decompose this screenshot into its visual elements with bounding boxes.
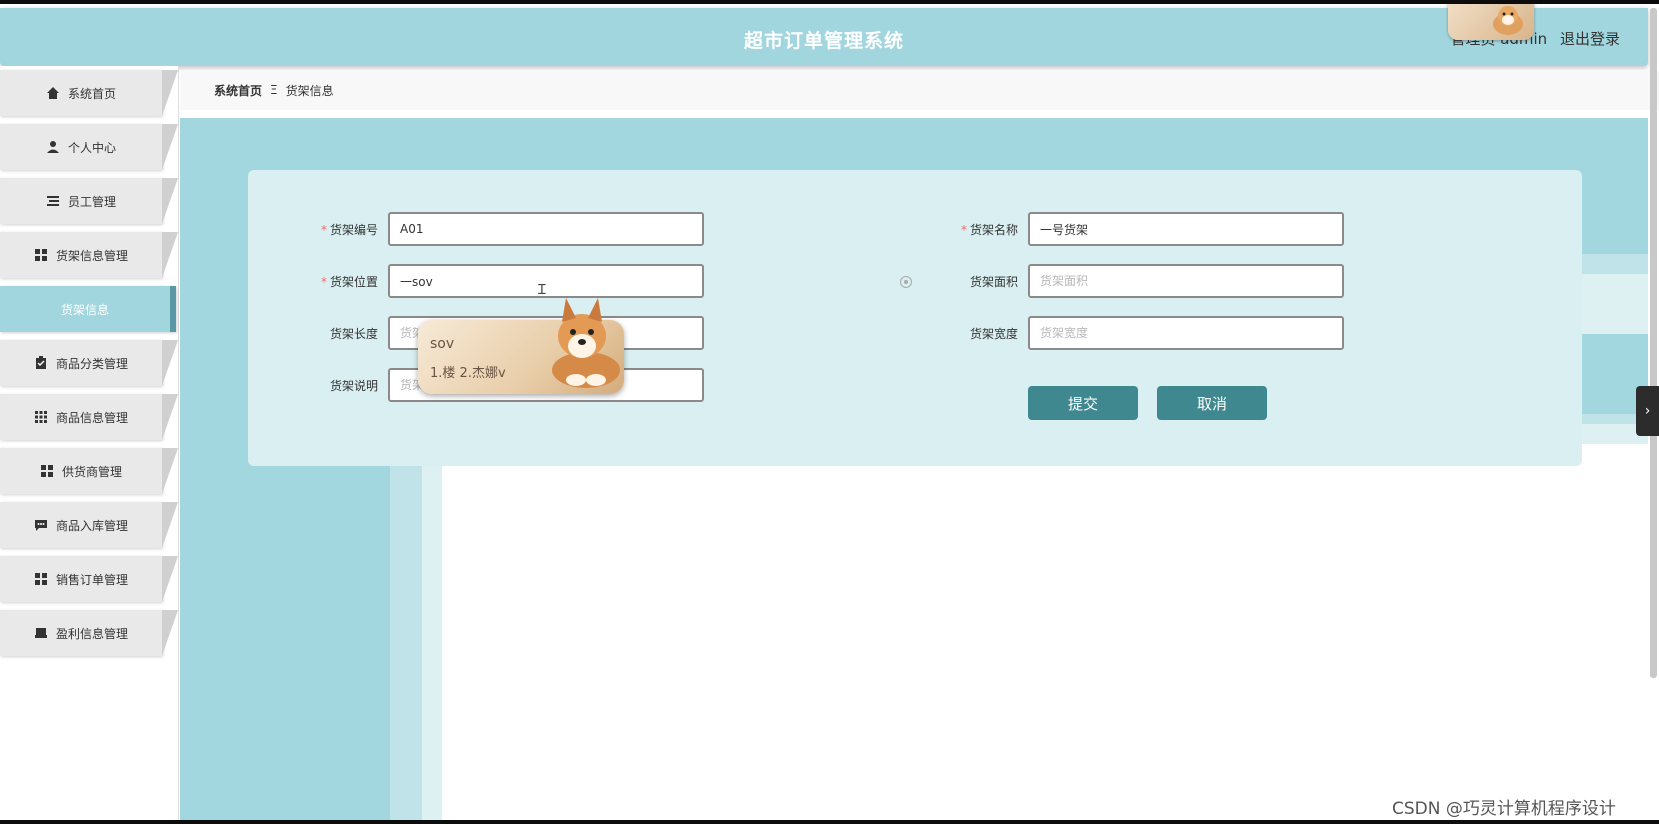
- app-screen: 超市订单管理系统 管理员 admin 退出登录 系统首页 个人中心 员工管理: [0, 4, 1659, 820]
- sidebar-item-profit[interactable]: 盈利信息管理: [0, 610, 178, 656]
- shelf-width-field: 货架宽度: [940, 316, 1344, 350]
- sidebar-item-home[interactable]: 系统首页: [0, 70, 178, 116]
- sidebar-item-label: 系统首页: [67, 86, 116, 101]
- sidebar-item-supplier[interactable]: 供货商管理: [0, 448, 178, 494]
- sidebar-item-staff[interactable]: 员工管理: [0, 178, 178, 224]
- required-mark: *: [320, 222, 327, 237]
- ime-composition: sov: [430, 336, 455, 352]
- shelf-location-label: * 货架位置: [300, 273, 378, 290]
- sidebar-item-profile[interactable]: 个人中心: [0, 124, 178, 170]
- cancel-button[interactable]: 取消: [1157, 386, 1267, 420]
- page-scrollbar[interactable]: [1650, 8, 1657, 678]
- sidebar-item-sales-order[interactable]: 销售订单管理: [0, 556, 178, 602]
- clipboard-icon: [35, 356, 46, 369]
- breadcrumb: 系统首页 Ξ 货架信息: [180, 70, 1659, 110]
- sidebar-item-label: 货架信息管理: [55, 248, 128, 263]
- breadcrumb-home[interactable]: 系统首页: [214, 82, 262, 99]
- shelf-width-label: 货架宽度: [969, 326, 1018, 341]
- app-title: 超市订单管理系统: [743, 30, 904, 52]
- shelf-length-label: 货架长度: [329, 326, 378, 341]
- submit-button[interactable]: 提交: [1028, 386, 1138, 420]
- top-header: 超市订单管理系统 管理员 admin 退出登录: [0, 8, 1648, 66]
- printer-icon: [34, 628, 47, 638]
- shelf-code-label: * 货架编号: [300, 221, 378, 238]
- shelf-desc-label: 货架说明: [329, 378, 378, 393]
- shelf-name-input[interactable]: [1028, 212, 1344, 246]
- sidebar-item-label: 商品信息管理: [55, 410, 128, 425]
- sidebar-item-label: 销售订单管理: [55, 572, 128, 587]
- sidebar-item-label: 商品入库管理: [55, 518, 128, 533]
- dog-icon: [552, 298, 620, 388]
- shelf-name-field: * 货架名称: [940, 212, 1344, 246]
- shelf-name-label: * 货架名称: [940, 221, 1018, 238]
- logout-link[interactable]: 退出登录: [1560, 30, 1620, 48]
- sidebar-item-product[interactable]: 商品信息管理: [0, 394, 178, 440]
- sidebar-item-label: 商品分类管理: [55, 356, 128, 371]
- apps-icon: [34, 411, 47, 423]
- shelf-area-field: 货架面积: [940, 264, 1344, 298]
- sidebar-item-label: 供货商管理: [61, 464, 122, 479]
- sidebar-item-label: 员工管理: [67, 194, 116, 209]
- shelf-width-input[interactable]: [1028, 316, 1344, 350]
- chat-icon: [34, 520, 47, 531]
- required-mark: *: [320, 274, 327, 289]
- content-white-area: [442, 444, 1648, 820]
- label-text: 货架位置: [329, 274, 378, 289]
- sidebar-item-shelf-info[interactable]: 货架信息: [0, 286, 176, 332]
- shelf-code-field: * 货架编号: [300, 212, 704, 246]
- breadcrumb-separator: Ξ: [270, 83, 278, 97]
- clear-icon: [900, 276, 912, 288]
- grid-icon: [34, 573, 47, 585]
- shelf-area-input[interactable]: [1028, 264, 1344, 298]
- sidebar-item-label: 个人中心: [67, 140, 116, 155]
- list-icon: [46, 196, 59, 206]
- sidebar-item-label: 货架信息: [60, 302, 109, 317]
- home-icon: [46, 87, 59, 99]
- ime-candidate-popup: sov 1.楼 2.杰娜v: [418, 298, 624, 394]
- sidebar-item-stock-in[interactable]: 商品入库管理: [0, 502, 178, 548]
- side-expand-tab[interactable]: ›: [1636, 386, 1659, 436]
- grid-icon: [34, 249, 47, 261]
- sidebar-item-category[interactable]: 商品分类管理: [0, 340, 178, 386]
- sidebar-item-shelf-management[interactable]: 货架信息管理: [0, 232, 178, 278]
- chevron-right-icon: ›: [1644, 403, 1651, 419]
- shelf-area-label: 货架面积: [969, 274, 1018, 289]
- required-mark: *: [960, 222, 967, 237]
- shelf-code-input[interactable]: [388, 212, 704, 246]
- breadcrumb-current: 货架信息: [285, 83, 334, 98]
- watermark: CSDN @巧灵计算机程序设计: [1392, 799, 1616, 819]
- label-text: 货架编号: [329, 222, 378, 237]
- dog-icon: [1493, 6, 1523, 35]
- user-icon: [46, 141, 59, 153]
- shelf-location-field: * 货架位置: [300, 264, 704, 298]
- grid-icon: [40, 465, 53, 477]
- sidebar-item-label: 盈利信息管理: [55, 626, 128, 641]
- ime-candidates[interactable]: 1.楼 2.杰娜v: [430, 362, 506, 381]
- corner-ime-card: [1448, 4, 1534, 40]
- sidebar: 系统首页 个人中心 员工管理 货架信息管理 货架信息 商品分类管理 商品信息管理…: [0, 66, 179, 820]
- label-text: 货架名称: [969, 222, 1018, 237]
